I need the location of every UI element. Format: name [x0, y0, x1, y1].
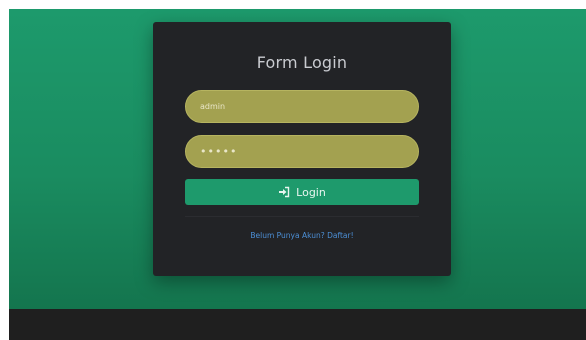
- username-input[interactable]: admin: [185, 90, 419, 123]
- sign-in-icon: [278, 186, 290, 198]
- login-card: Form Login admin ••••• Login Belum Punya…: [153, 22, 451, 276]
- password-input[interactable]: •••••: [185, 135, 419, 168]
- page-background: Form Login admin ••••• Login Belum Punya…: [9, 9, 586, 340]
- divider: [185, 216, 419, 217]
- hero-section: Form Login admin ••••• Login Belum Punya…: [9, 9, 586, 309]
- form-title: Form Login: [256, 53, 348, 72]
- login-button[interactable]: Login: [185, 179, 419, 205]
- login-button-label: Login: [296, 185, 326, 199]
- username-value: admin: [200, 102, 226, 111]
- password-value: •••••: [200, 145, 238, 158]
- register-link[interactable]: Belum Punya Akun? Daftar!: [153, 231, 451, 240]
